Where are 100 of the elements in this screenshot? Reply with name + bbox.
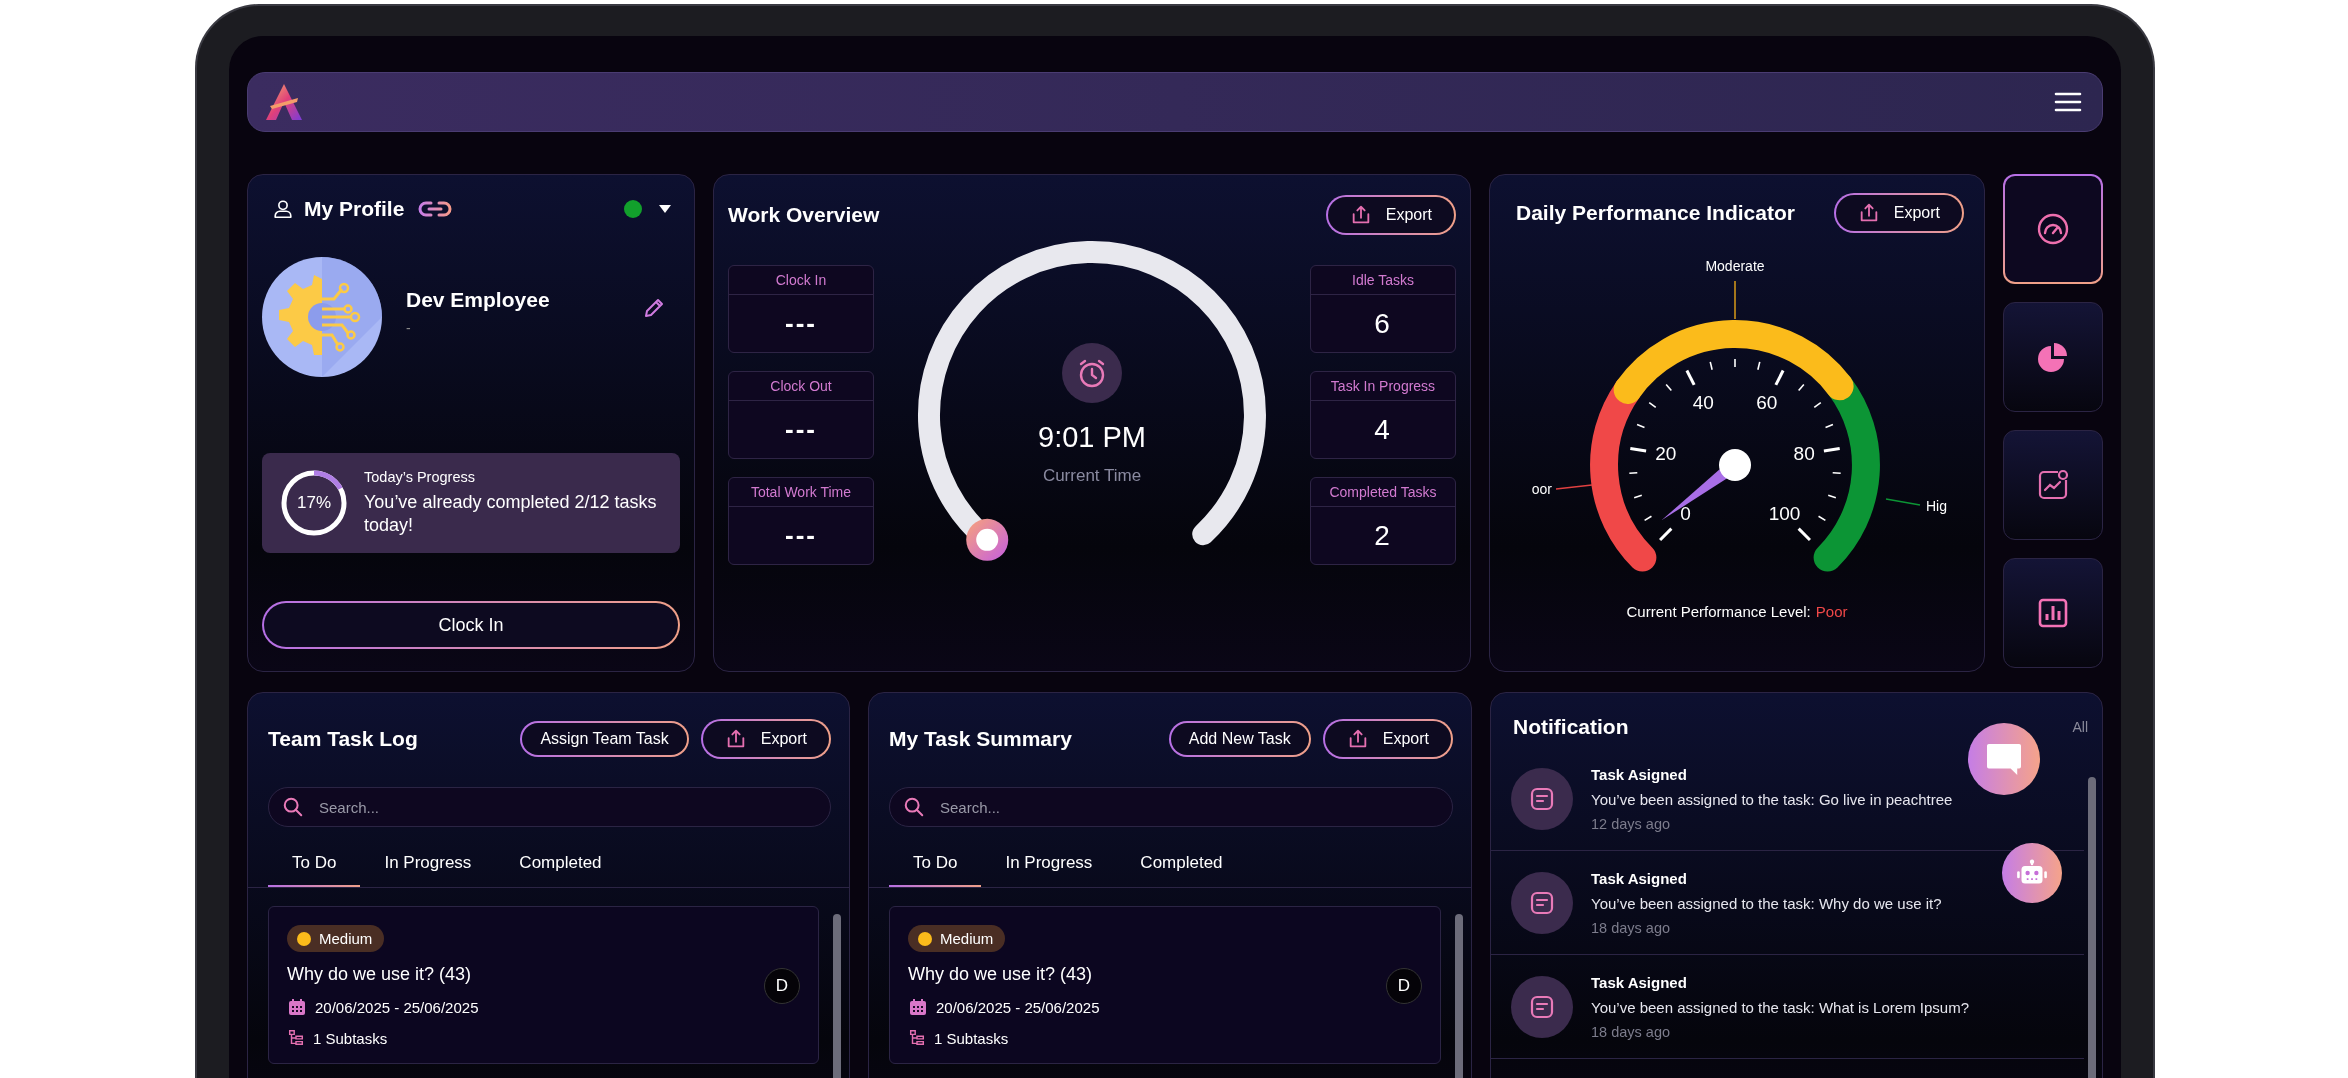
time-label: Current Time [1042,466,1142,486]
priority-badge: Medium [287,925,385,952]
assignee-avatar: D [1386,968,1422,1004]
card-title: My Profile [304,197,405,221]
stat-value: --- [784,413,818,446]
gauge-icon [2036,212,2070,246]
chart-tab[interactable] [2003,302,2103,412]
stat-label: Completed Tasks [1311,478,1455,507]
chart-tab[interactable] [2003,558,2103,668]
notification-time: 12 days ago [1591,815,1671,832]
trend-chart-icon [2036,468,2070,502]
leader-line [1555,484,1593,490]
card-title: Notification [1513,715,1629,739]
task-dates: 20/06/2025 - 25/06/2025 [315,998,479,1016]
zone-label: Hig [1926,498,1947,514]
subtask-tree-icon [287,1029,305,1047]
card-title: Work Overview [728,203,880,227]
stat-label: Clock In [729,266,873,295]
pencil-icon[interactable] [642,296,666,320]
notification-title: Task Asigned [1591,973,1688,991]
task-card[interactable]: Medium Why do we use it? (43) 20/06/2025 - 25/06/2025 1 Subtasks D [889,906,1441,1064]
alarm-clock-icon [1062,343,1122,403]
status-tab[interactable]: Completed [495,843,626,887]
calendar-icon [908,997,928,1017]
gauge-scale-label: 60 [1756,391,1778,413]
clock-in-button[interactable]: Clock In [262,601,680,649]
notification-title: Task Asigned [1591,765,1688,783]
zone-label: oor [1531,481,1552,497]
performance-value: Poor [1815,603,1848,620]
progress-message: You’ve already completed 2/12 tasks today! [364,490,658,537]
task-title: Why do we use it? (43) [287,964,472,985]
gauge-scale-label: 80 [1793,443,1815,465]
status-tab[interactable]: In Progress [981,843,1117,887]
notification-title: Task Asigned [1591,869,1688,887]
chart-tab[interactable] [2003,430,2103,540]
needle-hub [1719,449,1751,481]
link-icon[interactable] [418,200,453,218]
gauge-scale-label: 20 [1655,443,1677,465]
task-card[interactable]: Medium Why do we use it? (43) 20/06/2025 - 25/06/2025 1 Subtasks D [268,906,819,1064]
leader-line [1734,280,1736,320]
task-title: Why do we use it? (43) [908,964,1093,985]
status-tab[interactable]: To Do [889,843,982,887]
chatbot-button[interactable] [2002,843,2062,903]
menu-icon[interactable] [2054,91,2082,113]
view-all-link[interactable]: All [2072,719,2088,735]
search-field[interactable]: Search... [268,787,831,827]
employee-role: - [406,320,412,336]
stat-label: Total Work Time [729,478,873,507]
speech-bubble-icon [1985,742,2023,776]
performance-label: Current Performance Level: [1626,603,1811,620]
card-title: Team Task Log [268,727,418,751]
stat-label: Clock Out [729,372,873,401]
gauge-scale-label: 40 [1692,391,1714,413]
scrollbar[interactable] [1455,914,1463,1078]
priority-badge: Medium [908,925,1006,952]
notification-message: You’ve been assigned to the task: What is Lorem Ipsum? [1591,998,1969,1016]
zone-label: Moderate [1705,258,1765,274]
search-field[interactable]: Search... [889,787,1453,827]
current-time: 9:01 PM [1038,421,1146,454]
gauge-scale-label: 0 [1680,503,1691,525]
bar-chart-icon [2036,596,2070,630]
calendar-icon [287,997,307,1017]
caret-icon[interactable] [658,204,672,214]
notification-message: You’ve been assigned to the task: Go live in peachtree [1591,790,1953,808]
chart-tab[interactable] [2003,174,2103,284]
action-button[interactable]: Assign Team Task [520,721,689,757]
task-dates: 20/06/2025 - 25/06/2025 [936,998,1100,1016]
stat-value: 6 [1373,306,1393,341]
gauge-scale-label: 100 [1768,503,1801,525]
notification-time: 18 days ago [1591,919,1671,936]
progress-percent: 17% [296,493,332,513]
status-tab[interactable]: To Do [268,843,361,887]
message-icon [1511,767,1573,830]
scrollbar[interactable] [833,914,841,1078]
status-tab[interactable]: Completed [1116,843,1247,887]
card-title: Daily Performance Indicator [1516,201,1795,225]
status-tab[interactable]: In Progress [360,843,496,887]
progress-title: Today’s Progress [364,468,476,485]
robot-icon [2016,859,2048,887]
scrollbar[interactable] [2088,777,2096,1078]
employee-name: Dev Employee [406,288,551,312]
notification-message: You’ve been assigned to the task: Why do we use it? [1591,894,1942,912]
pie-chart-icon [2036,340,2070,374]
user-icon [272,198,294,220]
message-icon [1511,871,1573,934]
card-title: My Task Summary [889,727,1072,751]
leader-line [1885,498,1921,506]
subtask-count: 1 Subtasks [313,1029,388,1047]
assignee-avatar: D [764,968,800,1004]
stat-label: Task In Progress [1311,372,1455,401]
logo-icon [264,82,304,122]
subtask-count: 1 Subtasks [934,1029,1009,1047]
message-icon [1511,975,1573,1038]
notification-time: 18 days ago [1591,1023,1671,1040]
subtask-tree-icon [908,1029,926,1047]
stat-value: 4 [1373,412,1393,447]
stat-value: --- [784,519,818,552]
stat-value: --- [784,307,818,340]
stat-value: 2 [1373,518,1393,553]
search-icon [282,796,304,818]
